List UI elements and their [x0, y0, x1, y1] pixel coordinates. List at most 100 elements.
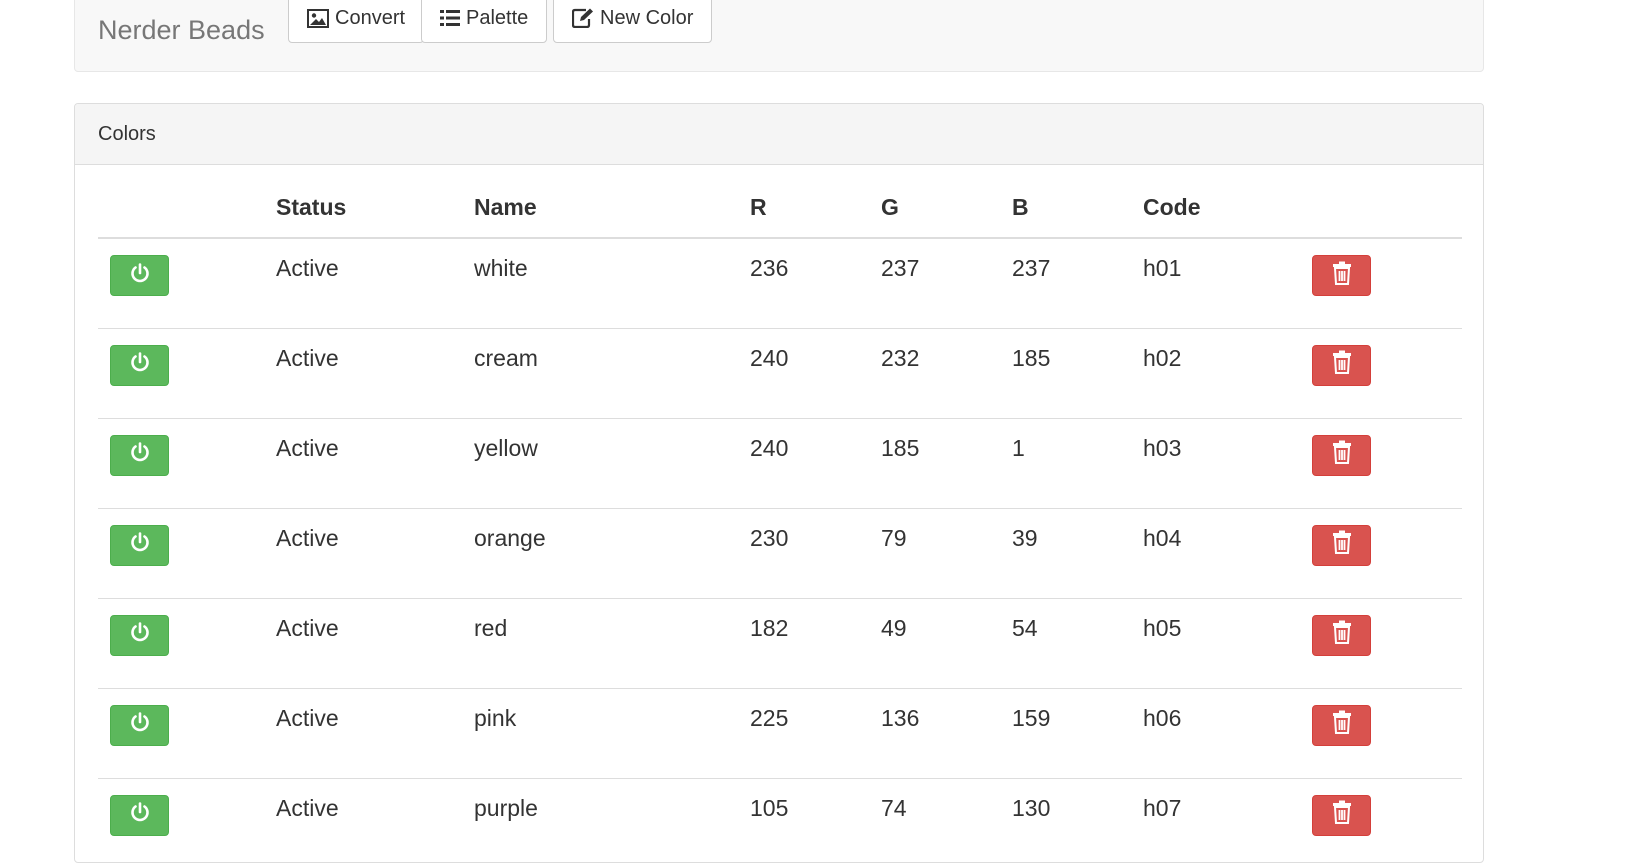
toggle-cell: [98, 238, 276, 329]
status-cell: Active: [276, 508, 474, 599]
colors-table: Status Name R G B Code Active white 236 237…: [98, 176, 1462, 862]
toggle-cell: [98, 598, 276, 689]
brand-title[interactable]: Nerder Beads: [98, 15, 265, 46]
r-cell: 240: [750, 328, 881, 419]
image-icon: [307, 8, 329, 28]
status-cell: Active: [276, 328, 474, 419]
trash-icon: [1332, 440, 1352, 470]
status-cell: Active: [276, 688, 474, 779]
convert-label: Convert: [335, 6, 406, 29]
column-header-b: B: [1012, 176, 1143, 239]
b-cell: 1: [1012, 418, 1143, 509]
code-cell: h01: [1143, 238, 1312, 329]
toggle-active-button[interactable]: [110, 524, 169, 566]
column-header-r: R: [750, 176, 881, 239]
toggle-active-button[interactable]: [110, 344, 169, 386]
delete-button[interactable]: [1312, 434, 1371, 476]
toggle-cell: [98, 778, 276, 862]
convert-button[interactable]: Convert: [288, 0, 425, 43]
column-header-status: Status: [276, 176, 474, 239]
column-header-toggle: [98, 176, 276, 239]
delete-button[interactable]: [1312, 614, 1371, 656]
delete-cell: [1312, 688, 1462, 779]
palette-button[interactable]: Palette: [421, 0, 548, 43]
toggle-active-button[interactable]: [110, 434, 169, 476]
r-cell: 240: [750, 418, 881, 509]
r-cell: 225: [750, 688, 881, 779]
toggle-cell: [98, 328, 276, 419]
trash-icon: [1332, 800, 1352, 830]
table-row: Active red 182 49 54 h05: [98, 598, 1462, 689]
status-cell: Active: [276, 238, 474, 329]
trash-icon: [1332, 350, 1352, 380]
table-row: Active orange 230 79 39 h04: [98, 508, 1462, 599]
status-cell: Active: [276, 418, 474, 509]
power-icon: [129, 441, 151, 469]
toggle-cell: [98, 688, 276, 779]
b-cell: 130: [1012, 778, 1143, 862]
trash-icon: [1332, 261, 1352, 291]
column-header-code: Code: [1143, 176, 1312, 239]
delete-button[interactable]: [1312, 344, 1371, 386]
code-cell: h04: [1143, 508, 1312, 599]
list-icon: [440, 9, 460, 27]
delete-button[interactable]: [1312, 524, 1371, 566]
g-cell: 49: [881, 598, 1012, 689]
colors-panel: Colors Status Name R G B Code Active whit…: [74, 103, 1484, 863]
trash-icon: [1332, 620, 1352, 650]
r-cell: 230: [750, 508, 881, 599]
code-cell: h06: [1143, 688, 1312, 779]
trash-icon: [1332, 710, 1352, 740]
table-row: Active yellow 240 185 1 h03: [98, 418, 1462, 509]
delete-cell: [1312, 508, 1462, 599]
b-cell: 54: [1012, 598, 1143, 689]
toggle-active-button[interactable]: [110, 794, 169, 836]
toggle-active-button[interactable]: [110, 704, 169, 746]
column-header-name: Name: [474, 176, 750, 239]
name-cell: red: [474, 598, 750, 689]
new-color-label: New Color: [600, 6, 694, 29]
r-cell: 182: [750, 598, 881, 689]
palette-label: Palette: [466, 6, 529, 29]
column-header-g: G: [881, 176, 1012, 239]
table-row: Active cream 240 232 185 h02: [98, 328, 1462, 419]
delete-button[interactable]: [1312, 255, 1371, 296]
code-cell: h05: [1143, 598, 1312, 689]
edit-icon: [572, 8, 594, 28]
b-cell: 159: [1012, 688, 1143, 779]
delete-button[interactable]: [1312, 704, 1371, 746]
name-cell: cream: [474, 328, 750, 419]
toggle-active-button[interactable]: [110, 614, 169, 656]
code-cell: h07: [1143, 778, 1312, 862]
trash-icon: [1332, 530, 1352, 560]
name-cell: purple: [474, 778, 750, 862]
code-cell: h02: [1143, 328, 1312, 419]
status-cell: Active: [276, 778, 474, 862]
table-row: Active purple 105 74 130 h07: [98, 778, 1462, 862]
g-cell: 185: [881, 418, 1012, 509]
delete-cell: [1312, 238, 1462, 329]
power-icon: [129, 262, 151, 290]
panel-heading: Colors: [75, 104, 1483, 165]
g-cell: 136: [881, 688, 1012, 779]
delete-cell: [1312, 598, 1462, 689]
power-icon: [129, 801, 151, 829]
delete-button[interactable]: [1312, 794, 1371, 836]
toggle-active-button[interactable]: [110, 255, 169, 296]
delete-cell: [1312, 328, 1462, 419]
name-cell: white: [474, 238, 750, 329]
delete-cell: [1312, 778, 1462, 862]
g-cell: 232: [881, 328, 1012, 419]
navbar: Nerder Beads Convert Palette New Color: [74, 0, 1484, 72]
column-header-actions: [1312, 176, 1462, 239]
b-cell: 185: [1012, 328, 1143, 419]
toggle-cell: [98, 418, 276, 509]
new-color-button[interactable]: New Color: [553, 0, 713, 43]
name-cell: orange: [474, 508, 750, 599]
delete-cell: [1312, 418, 1462, 509]
power-icon: [129, 711, 151, 739]
g-cell: 74: [881, 778, 1012, 862]
status-cell: Active: [276, 598, 474, 689]
r-cell: 236: [750, 238, 881, 329]
g-cell: 79: [881, 508, 1012, 599]
